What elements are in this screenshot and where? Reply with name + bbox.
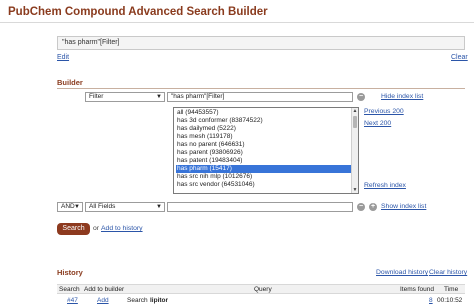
history-items-link[interactable]: 8 (429, 296, 433, 305)
index-item-5[interactable]: has parent (93806926) (176, 149, 352, 157)
header-divider (0, 22, 474, 23)
boolean-select-value: AND (61, 203, 75, 210)
table-row: #47 Add Search lipitor 8 00:10:52 (57, 296, 465, 306)
term-input-2[interactable] (167, 202, 353, 212)
scroll-thumb[interactable] (353, 116, 357, 128)
refresh-index-link[interactable]: Refresh index (364, 182, 406, 189)
history-time: 00:10:52 (437, 297, 463, 304)
index-item-0[interactable]: all (94453557) (176, 109, 352, 117)
index-item-1[interactable]: has 3d conformer (83874522) (176, 117, 352, 125)
history-query-term: lipitor (150, 297, 169, 304)
field-select-2[interactable]: All Fields ▼ (85, 202, 165, 212)
index-listbox[interactable]: all (94453557) has 3d conformer (8387452… (173, 107, 359, 194)
query-box[interactable]: "has pharm"[Filter] (57, 36, 465, 50)
index-item-2[interactable]: has dailymed (5222) (176, 125, 352, 133)
add-row-icon[interactable]: + (369, 203, 377, 211)
add-to-history-link[interactable]: Add to history (101, 225, 143, 232)
index-scrollbar[interactable]: ▲ ▼ (351, 108, 358, 193)
edit-link[interactable]: Edit (57, 54, 69, 61)
col-search: Search (59, 286, 80, 293)
next-200-link[interactable]: Next 200 (364, 120, 391, 127)
clear-link[interactable]: Clear (451, 54, 468, 61)
field-select-2-value: All Fields (89, 203, 116, 210)
scroll-down-icon[interactable]: ▼ (352, 187, 358, 193)
col-add-to-builder: Add to builder (84, 286, 125, 293)
builder-divider (57, 88, 465, 89)
boolean-select[interactable]: AND ▼ (57, 202, 83, 212)
page-title: PubChem Compound Advanced Search Builder (8, 6, 268, 18)
field-select-1-value: Filter (89, 93, 104, 100)
chevron-down-icon: ▼ (156, 204, 162, 210)
remove-row-2-icon[interactable]: − (357, 203, 365, 211)
history-query-prefix: Search (127, 297, 148, 304)
col-query: Query (254, 286, 272, 293)
history-table-header: Search Add to builder Query Items found … (57, 284, 465, 294)
history-search-link[interactable]: #47 (67, 296, 78, 305)
scroll-up-icon[interactable]: ▲ (352, 108, 358, 114)
history-heading: History (57, 268, 83, 277)
clear-history-link[interactable]: Clear history (429, 269, 467, 276)
col-items-found: Items found (400, 286, 434, 293)
index-item-8[interactable]: has src nih mlp (1012676) (176, 173, 352, 181)
field-select-1[interactable]: Filter ▼ (85, 92, 165, 102)
previous-200-link[interactable]: Previous 200 (364, 108, 404, 115)
remove-row-1-icon[interactable]: − (357, 93, 365, 101)
builder-heading: Builder (57, 78, 83, 87)
chevron-down-icon: ▼ (156, 94, 162, 100)
index-item-4[interactable]: has no parent (646631) (176, 141, 352, 149)
index-item-3[interactable]: has mesh (119178) (176, 133, 352, 141)
chevron-down-icon: ▼ (74, 204, 80, 210)
index-item-6[interactable]: has patent (19483404) (176, 157, 352, 165)
index-item-7-selected[interactable]: has pharm (15417) (176, 165, 352, 173)
index-item-9[interactable]: has src vendor (64531046) (176, 181, 352, 189)
term-input-1[interactable]: "has pharm"[Filter] (167, 92, 353, 102)
history-add-link[interactable]: Add (97, 296, 109, 305)
download-history-link[interactable]: Download history (376, 269, 428, 276)
or-text: or (93, 225, 100, 232)
show-index-link[interactable]: Show index list (381, 203, 426, 210)
search-button[interactable]: Search (57, 223, 90, 235)
col-time: Time (444, 286, 459, 293)
hide-index-link[interactable]: Hide index list (381, 93, 423, 100)
